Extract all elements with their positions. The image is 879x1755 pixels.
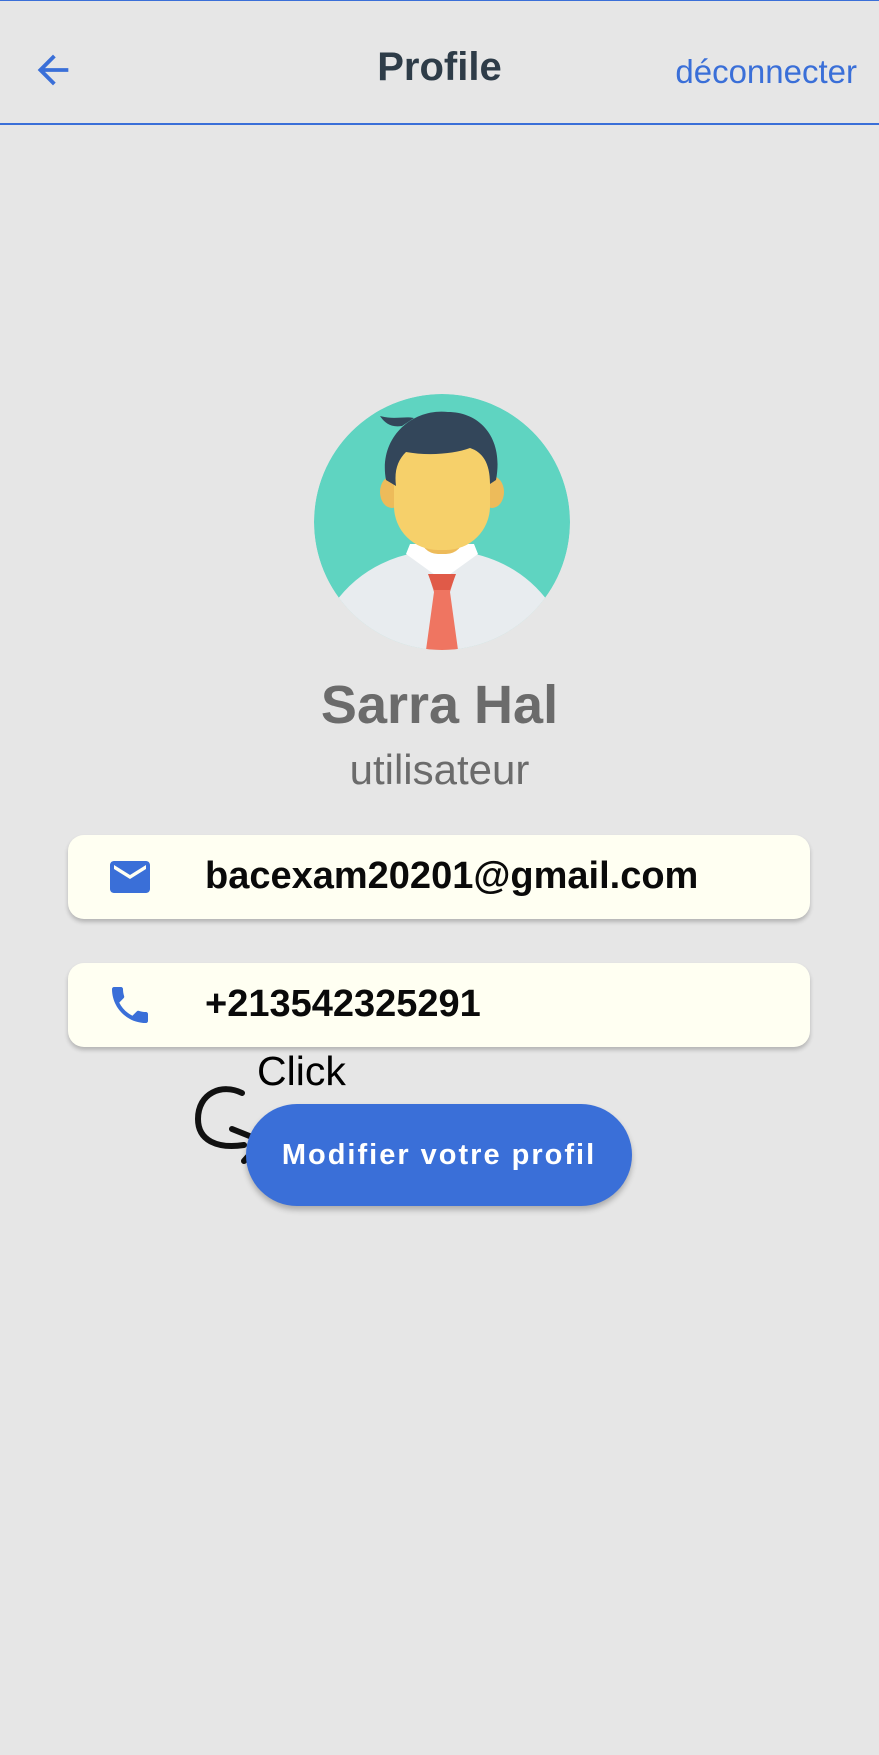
logout-link[interactable]: déconnecter bbox=[675, 53, 857, 91]
user-role: utilisateur bbox=[349, 746, 530, 793]
user-avatar-icon bbox=[314, 394, 570, 650]
avatar bbox=[314, 394, 570, 650]
email-card: bacexam20201@gmail.com bbox=[68, 835, 810, 919]
phone-icon bbox=[106, 981, 154, 1029]
app-bar: Profile déconnecter bbox=[0, 1, 879, 125]
mail-icon bbox=[106, 853, 154, 901]
user-name: Sarra Hal bbox=[320, 675, 559, 735]
phone-value: +213542325291 bbox=[205, 983, 481, 1025]
email-value: bacexam20201@gmail.com bbox=[205, 855, 699, 897]
edit-profile-button[interactable]: Modifier votre profil bbox=[246, 1104, 632, 1206]
phone-card: +213542325291 bbox=[68, 963, 810, 1047]
